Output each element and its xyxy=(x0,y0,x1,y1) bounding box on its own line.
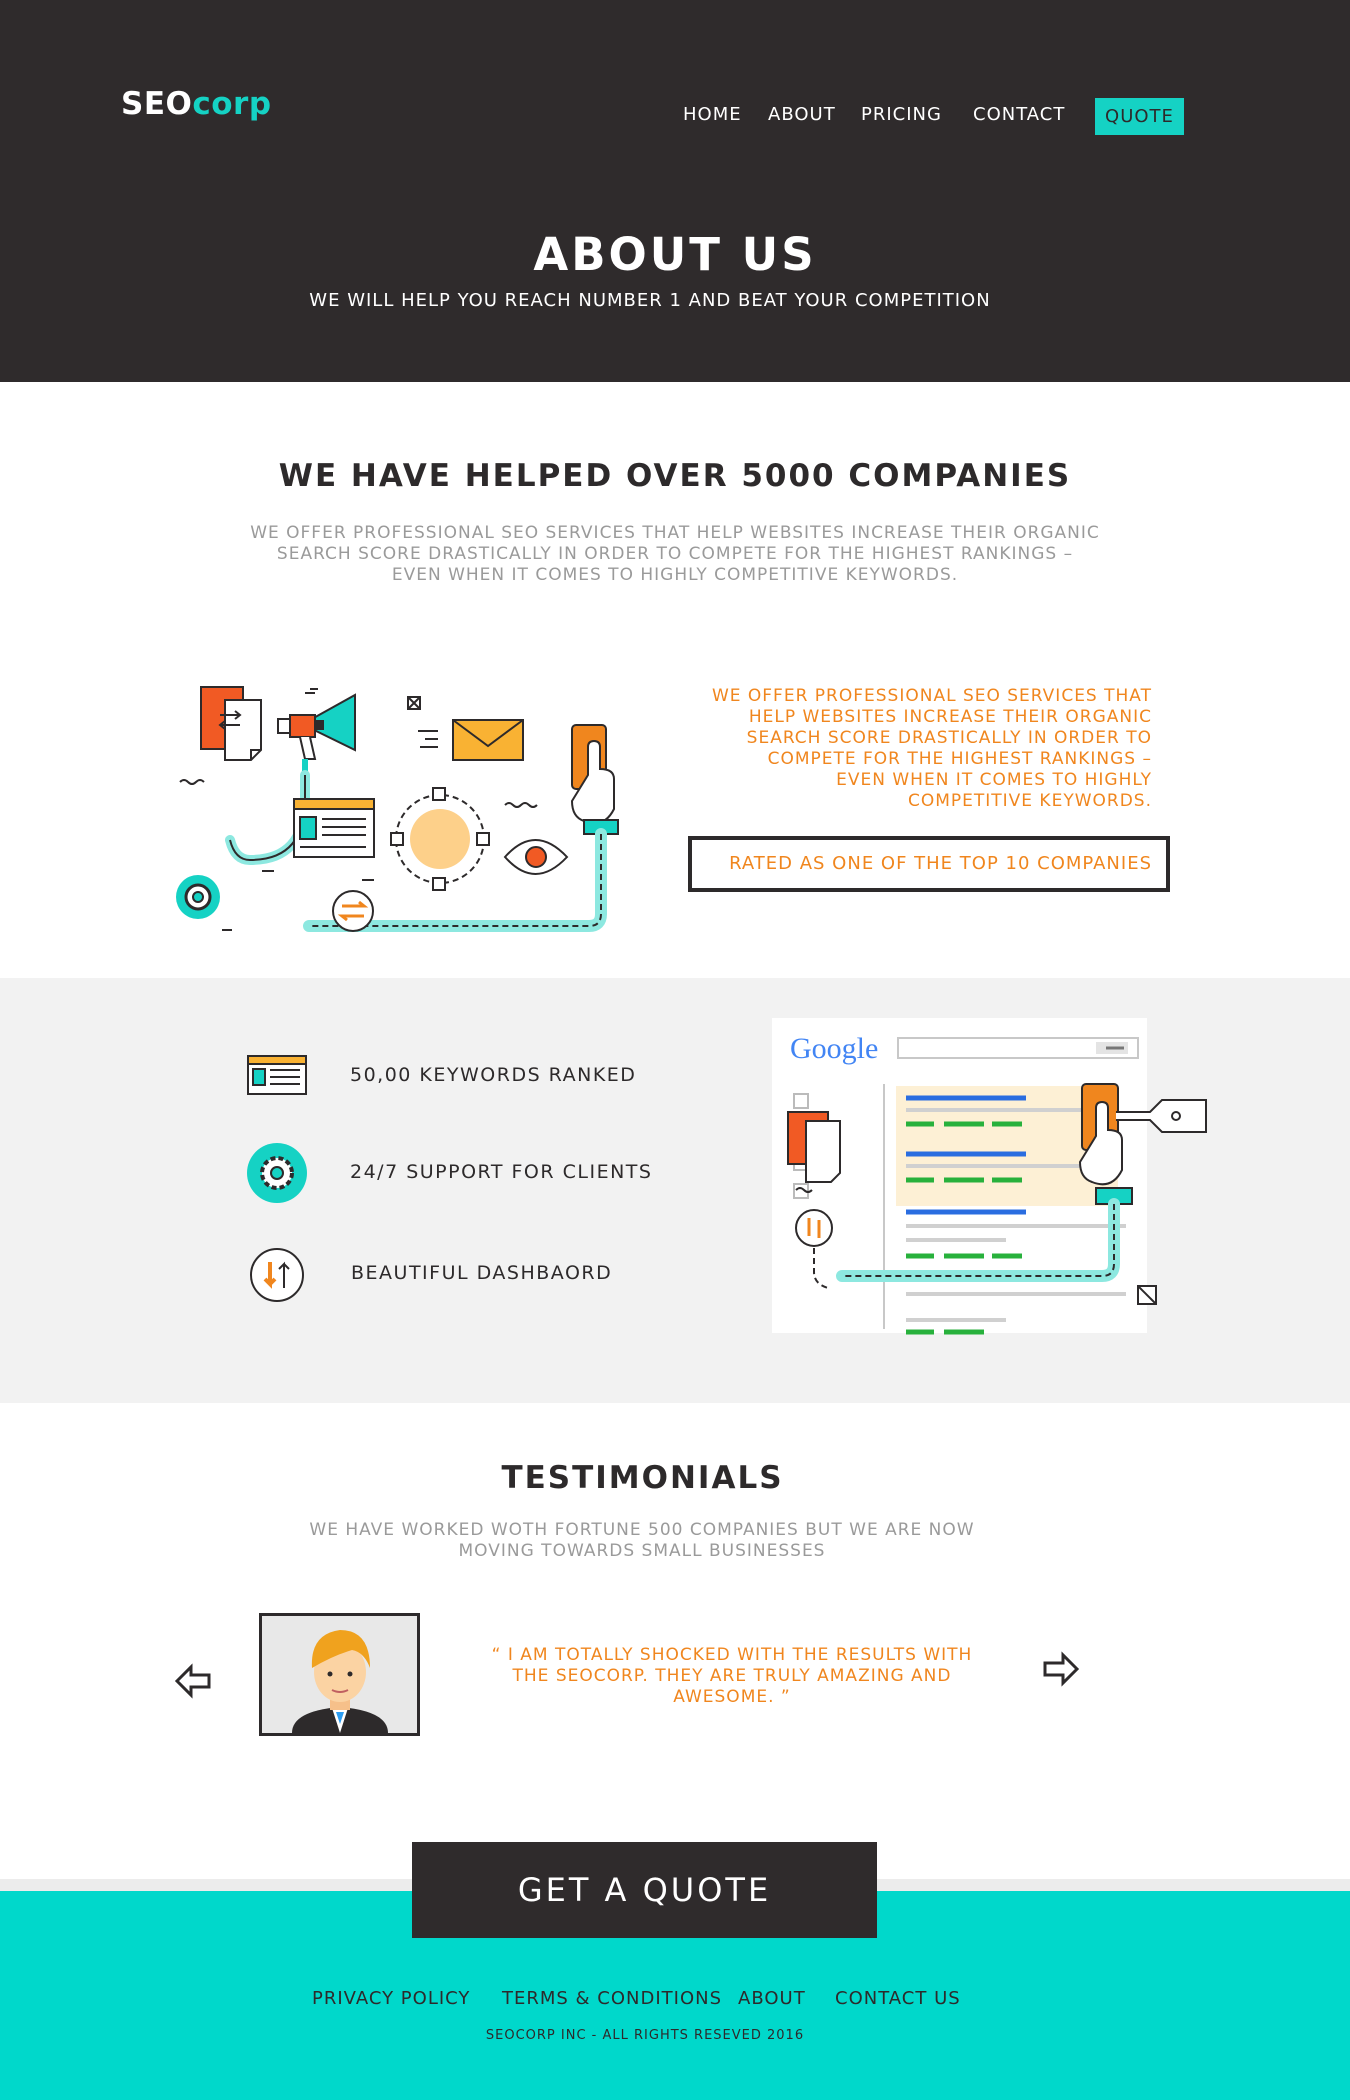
client-portrait-icon xyxy=(292,1630,388,1733)
header xyxy=(0,0,1350,382)
arrow-right-icon[interactable] xyxy=(1041,1651,1079,1687)
intro-highlight-text: WE OFFER PROFESSIONAL SEO SERVICES THAT … xyxy=(711,686,1152,811)
logo[interactable]: SEOcorp xyxy=(121,86,272,122)
footer-link-about[interactable]: ABOUT xyxy=(738,1988,806,2009)
hero-subtitle: WE WILL HELP YOU REACH NUMBER 1 AND BEAT… xyxy=(309,290,991,311)
testimonial-quote: “ I AM TOTALLY SHOCKED WITH THE RESULTS … xyxy=(491,1645,973,1707)
feature-support: 24/7 SUPPORT FOR CLIENTS xyxy=(350,1161,653,1183)
copyright-text: SEOCORP INC - ALL RIGHTS RESEVED 2016 xyxy=(485,2028,805,2043)
browser-window-icon xyxy=(247,1055,307,1095)
nav-about[interactable]: ABOUT xyxy=(768,104,836,125)
seo-marketing-illustration xyxy=(176,686,619,932)
google-logo: Google xyxy=(790,1032,878,1065)
nav-contact[interactable]: CONTACT xyxy=(973,104,1065,125)
gear-icon xyxy=(247,1143,307,1203)
feature-keywords: 50,00 KEYWORDS RANKED xyxy=(350,1064,637,1086)
nav-pricing[interactable]: PRICING xyxy=(861,104,942,125)
google-search-illustration: Google xyxy=(772,1018,1207,1335)
intro-title: WE HAVE HELPED OVER 5000 COMPANIES xyxy=(278,458,1072,494)
page-title: ABOUT US xyxy=(533,228,817,281)
footer-link-contact[interactable]: CONTACT US xyxy=(835,1988,961,2009)
footer-link-privacy[interactable]: PRIVACY POLICY xyxy=(312,1988,470,2009)
rated-badge: RATED AS ONE OF THE TOP 10 COMPANIES xyxy=(688,836,1170,892)
intro-text: WE OFFER PROFESSIONAL SEO SERVICES THAT … xyxy=(250,523,1100,585)
arrow-left-icon[interactable] xyxy=(175,1663,213,1699)
feature-dashboard: BEAUTIFUL DASHBAORD xyxy=(351,1262,613,1284)
testimonials-title: TESTIMONIALS xyxy=(501,1460,784,1496)
up-down-arrows-icon xyxy=(250,1248,304,1302)
avatar xyxy=(259,1613,420,1736)
nav-home[interactable]: HOME xyxy=(683,104,742,125)
footer-link-terms[interactable]: TERMS & CONDITIONS xyxy=(502,1988,722,2009)
testimonials-subtitle: WE HAVE WORKED WOTH FORTUNE 500 COMPANIE… xyxy=(309,1520,975,1561)
get-a-quote-button[interactable]: GET A QUOTE xyxy=(412,1842,877,1938)
quote-button[interactable]: QUOTE xyxy=(1095,98,1184,135)
